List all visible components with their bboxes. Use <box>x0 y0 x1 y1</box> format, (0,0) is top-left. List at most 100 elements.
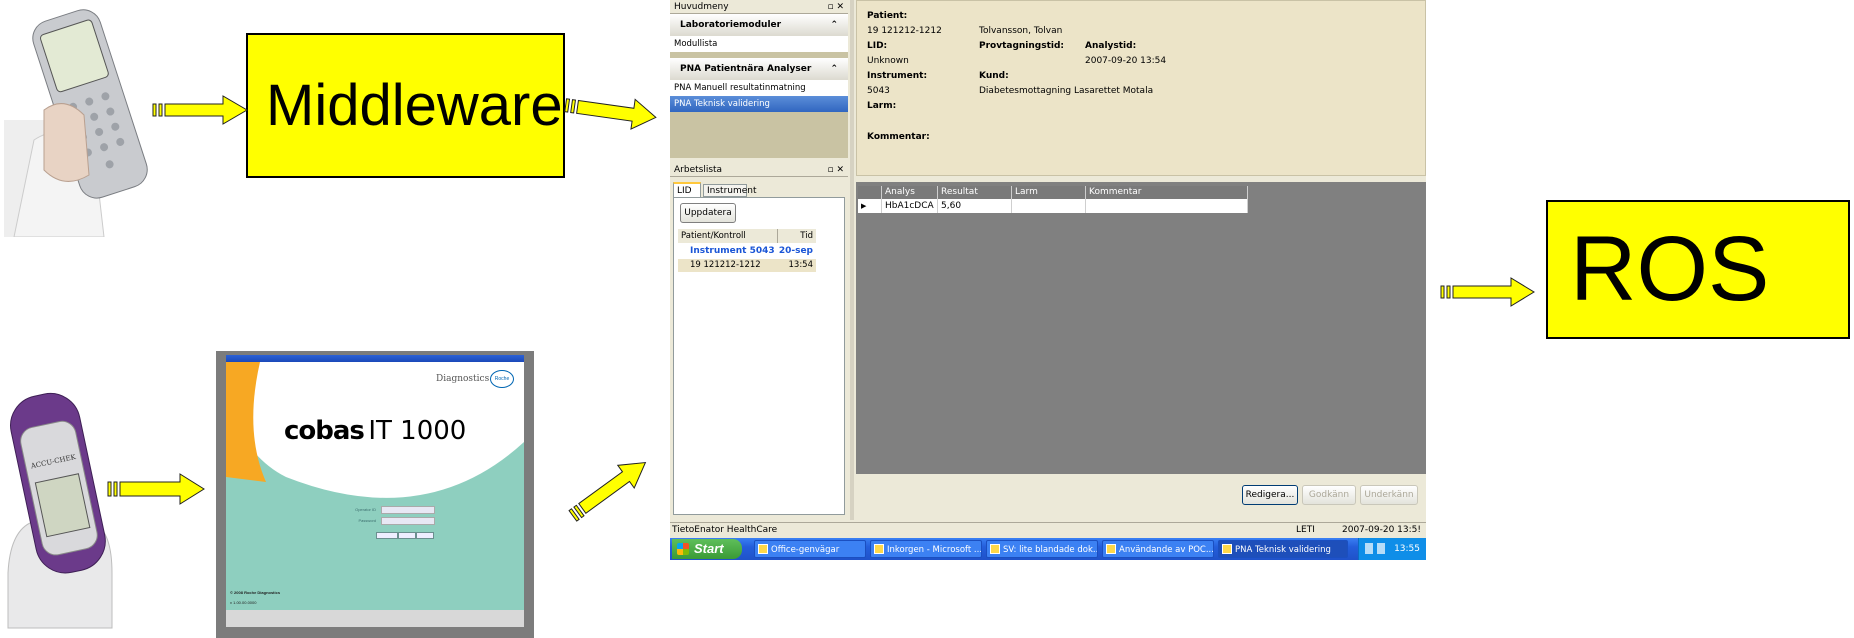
cobas-product-title: cobas IT 1000 <box>284 416 466 446</box>
patient-name-value: Tolvansson, Tolvan <box>979 26 1063 36</box>
grid-cell-analys[interactable]: HbA1cDCA <box>882 199 938 213</box>
larm-label: Larm: <box>867 101 897 111</box>
handheld-analyzer-photo <box>4 0 172 238</box>
worklist-row-instrument[interactable]: Instrument 5043 20-sep <box>678 245 816 258</box>
password-input[interactable] <box>381 517 435 525</box>
windows-taskbar: Start Office-genvägar Inkorgen - Microso… <box>670 538 1426 560</box>
middleware-label: Middleware <box>266 73 563 138</box>
worklist-tab-lid[interactable]: LID <box>673 182 701 197</box>
taskbar-item-inkorgen[interactable]: Inkorgen - Microsoft ... <box>870 540 982 558</box>
status-user: LETI <box>1296 525 1315 535</box>
provtagningstid-label: Provtagningstid: <box>979 41 1065 51</box>
kund-value: Diabetesmottagning Lasarettet Motala <box>979 86 1154 96</box>
reject-button[interactable]: Underkänn <box>1360 485 1418 505</box>
kund-label: Kund: <box>979 71 1009 81</box>
worklist-panel-title: Arbetslista ▫ ✕ <box>670 163 848 177</box>
cobas-version: v 1.00.00.0000 <box>230 600 257 605</box>
status-company: TietoEnator HealthCare <box>672 525 778 535</box>
results-grid-area: Analys Resultat Larm Kommentar ▶ HbA1cDC… <box>856 182 1426 474</box>
splitter[interactable] <box>850 0 854 520</box>
taskbar-item-sv-mail[interactable]: SV: lite blandade dok... <box>986 540 1098 558</box>
grid-row-selector[interactable]: ▶ <box>858 199 882 213</box>
arrow-cobas-to-app <box>568 461 647 522</box>
office-icon <box>758 544 768 554</box>
patient-info-panel: Patient: 19 121212-1212 Tolvansson, Tolv… <box>856 0 1426 176</box>
cobas-it-1000-screenshot: Diagnostics Roche cobas IT 1000 Operator… <box>216 351 534 638</box>
nav-group-pna: PNA Patientnära Analyser ⌃ PNA Manuell r… <box>670 58 848 112</box>
tab-label: LID <box>677 186 692 196</box>
cobas-button-2[interactable] <box>398 532 416 539</box>
arrow-accuchek-to-cobas <box>107 473 205 505</box>
collapse-chevron-icon[interactable]: ⌃ <box>830 58 838 80</box>
nav-group-title: PNA Patientnära Analyser <box>680 64 812 74</box>
taskbar-item-label: Användande av POC... <box>1119 545 1214 555</box>
lid-value: Unknown <box>867 56 909 66</box>
operator-id-input[interactable] <box>381 506 435 514</box>
nav-group-title: Laboratoriemoduler <box>680 20 782 30</box>
taskbar-item-label: Office-genvägar <box>771 545 840 555</box>
approve-button[interactable]: Godkänn <box>1302 485 1356 505</box>
grid-cell-kommentar[interactable] <box>1086 199 1248 213</box>
taskbar-item-office[interactable]: Office-genvägar <box>754 540 866 558</box>
worklist-cell-patient: 19 121212-1212 <box>690 260 761 270</box>
cobas-copyright: © 2008 Roche Diagnostics <box>230 590 281 595</box>
ros-box: ROS <box>1546 200 1850 339</box>
cobas-window: Diagnostics Roche cobas IT 1000 Operator… <box>226 362 524 627</box>
patient-id-value: 19 121212-1212 <box>867 26 942 36</box>
nav-group-header[interactable]: Laboratoriemoduler ⌃ <box>670 14 848 36</box>
start-button[interactable]: Start <box>672 539 742 559</box>
grid-cell-resultat[interactable]: 5,60 <box>938 199 1012 213</box>
cobas-button-1[interactable] <box>376 532 398 539</box>
tray-icons[interactable] <box>1365 543 1385 554</box>
accuchek-device-photo: ACCU-CHEK <box>0 383 115 633</box>
update-button[interactable]: Uppdatera <box>680 203 736 223</box>
instrument-value: 5043 <box>867 86 890 96</box>
nav-panel-controls[interactable]: ▫ ✕ <box>827 0 844 14</box>
nav-group-laboratoriemoduler: Laboratoriemoduler ⌃ Modullista <box>670 14 848 52</box>
patient-label: Patient: <box>867 11 908 21</box>
nav-item-manuell-resultatinmatning[interactable]: PNA Manuell resultatinmatning <box>670 80 848 96</box>
worklist-tab-instrument[interactable]: Instrument <box>703 184 757 197</box>
nav-group-header[interactable]: PNA Patientnära Analyser ⌃ <box>670 58 848 80</box>
handheld-analyzer-image <box>4 9 148 238</box>
mail-icon <box>990 544 1000 554</box>
taskbar-item-label: Inkorgen - Microsoft ... <box>887 545 982 555</box>
nav-panel-title-text: Huvudmeny <box>674 2 729 12</box>
worklist-panel-controls[interactable]: ▫ ✕ <box>827 163 844 177</box>
worklist-cell-time: 13:54 <box>788 260 814 270</box>
password-label: Password <box>358 518 376 523</box>
taskbar-item-pna-teknisk-validering[interactable]: PNA Teknisk validering <box>1218 540 1348 558</box>
grid-header-resultat[interactable]: Resultat <box>938 186 1012 199</box>
worklist-panel-title-text: Arbetslista <box>674 165 723 175</box>
grid-cell-larm[interactable] <box>1012 199 1086 213</box>
nav-item-teknisk-validering[interactable]: PNA Teknisk validering <box>670 96 848 112</box>
grid-header-kommentar[interactable]: Kommentar <box>1086 186 1248 199</box>
cobas-brand: cobas <box>284 416 365 446</box>
diagnostics-label: Diagnostics <box>436 374 490 384</box>
status-bar: TietoEnator HealthCare LETI 2007-09-20 1… <box>670 522 1426 537</box>
outlook-icon <box>874 544 884 554</box>
grid-header-larm[interactable]: Larm <box>1012 186 1086 199</box>
roche-logo: Roche <box>490 370 514 388</box>
start-label: Start <box>694 541 724 556</box>
collapse-chevron-icon[interactable]: ⌃ <box>830 14 838 36</box>
analystid-value: 2007-09-20 13:54 <box>1085 56 1167 66</box>
accuchek-device-image: ACCU-CHEK <box>7 392 113 629</box>
worklist-row-patient[interactable]: 19 121212-1212 13:54 <box>678 259 816 272</box>
tray-clock: 13:55 <box>1394 544 1420 554</box>
tab-label: Instrument <box>707 186 757 196</box>
middleware-box: Middleware <box>246 33 565 178</box>
edit-button[interactable]: Redigera... <box>1242 485 1298 505</box>
cobas-button-3[interactable] <box>416 532 434 539</box>
arrow-device-to-middleware <box>152 95 248 125</box>
worklist-cell-time: 20-sep <box>778 246 813 256</box>
cobas-background <box>226 362 524 627</box>
taskbar-item-anvandande[interactable]: Användande av POC... <box>1102 540 1214 558</box>
worklist-header-patient: Patient/Kontroll <box>678 229 778 243</box>
operator-id-label: Operator ID <box>355 507 376 512</box>
grid-header-analys[interactable]: Analys <box>882 186 938 199</box>
arrow-app-to-ros <box>1440 277 1535 307</box>
app-icon <box>1222 544 1232 554</box>
grid-row-selector-header <box>858 186 882 199</box>
nav-item-modullista[interactable]: Modullista <box>670 36 848 52</box>
